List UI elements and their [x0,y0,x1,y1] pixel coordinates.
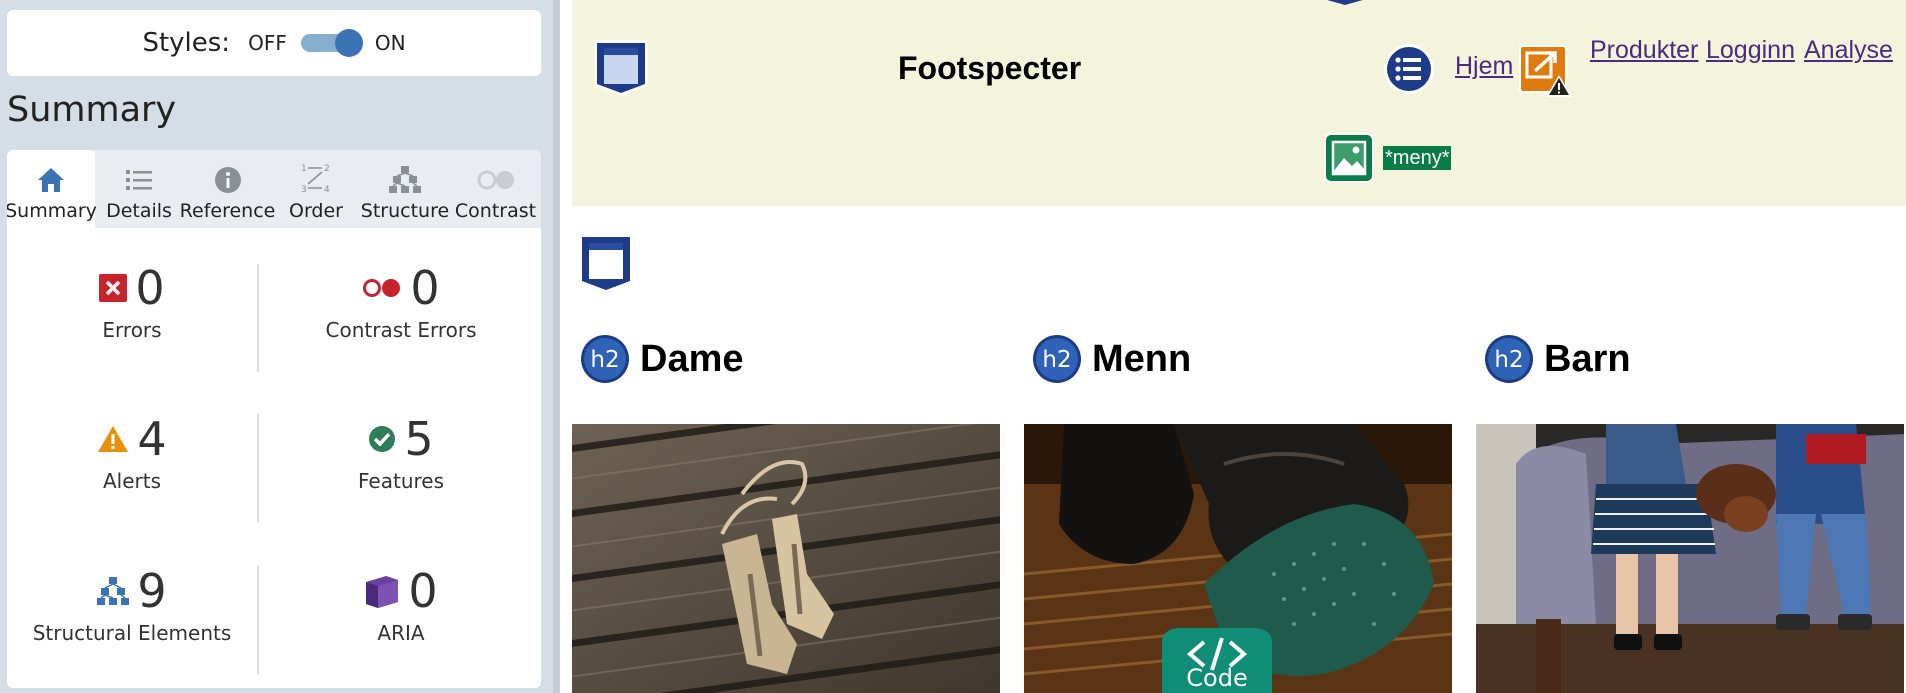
nav-link-logginn[interactable]: Logginn [1706,36,1795,65]
stats-grid: 0 Errors 0 Contrast Errors 4 Alerts 5 Fe… [7,228,541,688]
h2-badge-text: h2 [1494,347,1523,373]
home-icon [38,168,64,192]
toggle-off-label: OFF [248,31,287,55]
list-feature-icon [1384,44,1434,94]
h2-icon: h2 [1485,335,1533,383]
summary-card: Summary Details Reference 1 2 3 4 Order … [7,150,541,688]
error-icon [99,274,128,302]
h2-badge-text: h2 [590,347,619,373]
structural-icon [97,577,130,605]
stat-aria[interactable]: 0 ARIA [261,563,541,645]
tab-contrast[interactable]: Contrast [450,150,541,228]
menu-alt-text: *meny* [1383,146,1452,170]
structural-label: Structural Elements [32,621,232,645]
aria-label: ARIA [377,621,425,645]
toggle-on-label: ON [374,31,406,55]
structure-icon [389,166,421,193]
panel-heading: Summary [7,90,177,130]
features-label: Features [358,469,444,493]
tab-label: Details [106,200,172,222]
section-title: Menn [1092,337,1192,380]
main-landmark-icon [582,237,630,290]
tab-details[interactable]: Details [95,150,183,228]
styles-toggle-card: Styles: OFF ON [7,10,541,76]
contrast-error-icon [363,279,401,297]
info-icon [214,167,241,193]
aria-count: 0 [408,564,438,618]
nav-link-hjem[interactable]: Hjem [1455,52,1513,81]
code-badge-label: Code [1186,664,1248,692]
tab-label: Reference [179,200,276,222]
stat-features[interactable]: 5 Features [261,411,541,493]
contrast-errors-count: 0 [410,261,440,315]
contrast-icon [477,170,514,190]
alerts-label: Alerts [102,469,162,493]
product-image-dame[interactable] [572,424,1000,693]
tab-reference[interactable]: Reference [180,150,275,228]
image-alt-icon [1324,133,1374,183]
errors-count: 0 [135,261,165,315]
styles-label: Styles: [142,28,231,58]
svg-text:4: 4 [324,185,330,194]
section-heading-dame: h2 Dame [580,334,744,384]
product-image-barn[interactable] [1476,424,1904,693]
section-title: Barn [1544,337,1631,380]
section-heading-barn: h2 Barn [1484,334,1631,384]
wave-sidebar: Styles: OFF ON Summary Summary Details R… [0,0,560,693]
site-header: Footspecter Hjem Produkter Logginn Analy… [572,0,1906,206]
alert-icon [98,426,129,452]
h2-icon: h2 [1033,335,1081,383]
stat-errors[interactable]: 0 Errors [7,260,257,342]
tab-summary[interactable]: Summary [7,150,97,228]
tab-label: Contrast [454,200,537,222]
stat-alerts[interactable]: 4 Alerts [7,411,257,493]
redundant-link-alert-icon [1519,45,1572,97]
site-title: Footspecter [898,50,1082,86]
header-landmark-icon [594,40,648,96]
nav-link-produkter[interactable]: Produkter [1590,36,1698,65]
landmark-icon-partial [1327,0,1363,5]
svg-text:2: 2 [324,164,330,174]
panel-divider[interactable] [553,0,560,693]
aria-icon [366,576,399,608]
styles-toggle[interactable] [299,29,363,57]
order-icon: 1 2 3 4 [301,164,330,194]
list-icon [126,170,152,190]
features-count: 5 [404,412,434,466]
svg-text:3: 3 [301,185,307,194]
structural-count: 9 [137,564,167,618]
tab-label: Summary [7,200,97,222]
feature-icon [369,426,396,452]
svg-text:1: 1 [301,164,307,174]
page-preview: Footspecter Hjem Produkter Logginn Analy… [572,0,1906,693]
h2-icon: h2 [581,335,629,383]
code-toggle-button[interactable]: Code [1148,624,1286,693]
tab-label: Order [289,200,343,222]
tab-bar: Summary Details Reference 1 2 3 4 Order … [7,150,541,228]
contrast-errors-label: Contrast Errors [325,318,477,342]
tab-structure[interactable]: Structure [360,150,450,228]
product-image-menn[interactable]: Code [1024,424,1452,693]
errors-label: Errors [102,318,162,342]
h2-badge-text: h2 [1042,347,1071,373]
section-heading-menn: h2 Menn [1032,334,1191,384]
stat-structural[interactable]: 9 Structural Elements [7,563,257,645]
alerts-count: 4 [137,412,167,466]
nav-link-analyse[interactable]: Analyse [1804,36,1893,65]
tab-label: Structure [360,200,450,222]
stat-contrast-errors[interactable]: 0 Contrast Errors [261,260,541,342]
tab-order[interactable]: 1 2 3 4 Order [272,150,360,228]
section-title: Dame [640,337,744,380]
toggle-knob[interactable] [334,29,363,57]
